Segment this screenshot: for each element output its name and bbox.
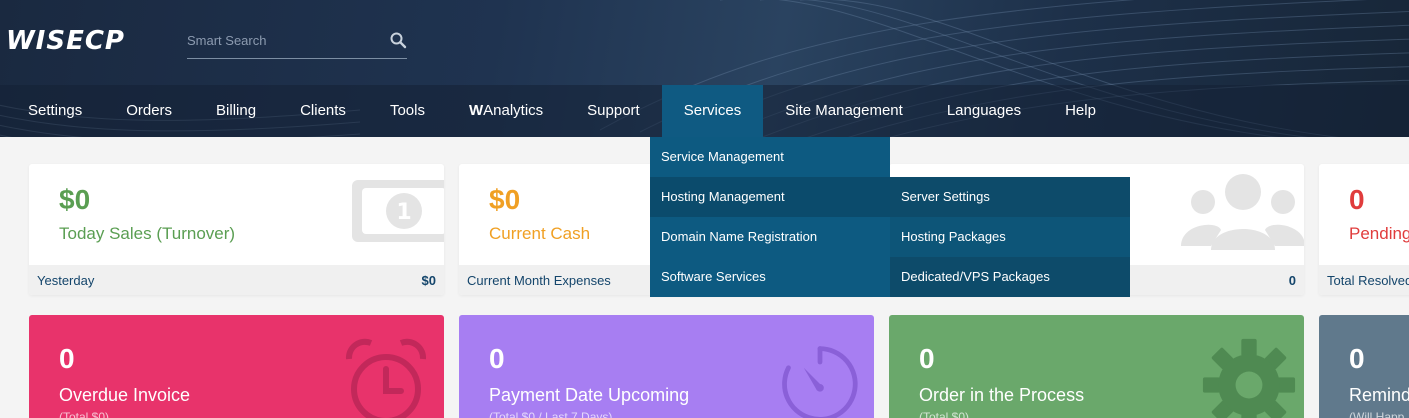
today-sales-label: Today Sales (Turnover) (59, 224, 236, 243)
timer-icon (782, 346, 858, 418)
nav-support[interactable]: Support (565, 85, 662, 137)
header: WISECP Settings Orders Billing Clients T… (0, 0, 1409, 137)
reminder-label: Reminde (1349, 385, 1409, 405)
total-resolved-label: Total Resolved (1327, 273, 1409, 288)
payment-upcoming-sub: (Total $0 / Last 7 Days) (489, 410, 613, 418)
reminder-sub: (Will Happ (1349, 410, 1405, 418)
overdue-invoice-label: Overdue Invoice (59, 385, 191, 405)
pending-card[interactable]: 0 Pending Total Resolved (1319, 164, 1409, 295)
clients-footer-value: 0 (1288, 273, 1296, 288)
wanalytics-label: Analytics (483, 102, 544, 119)
nav-wanalytics[interactable]: WAnalytics (447, 85, 565, 137)
current-cash-label: Current Cash (489, 224, 591, 243)
order-process-sub: (Total $0) (919, 410, 970, 418)
logo-text: WISECP (6, 26, 125, 56)
search-input[interactable] (187, 26, 377, 54)
wisecp-logo[interactable]: WISECP (6, 26, 125, 56)
submenu-hosting-packages[interactable]: Hosting Packages (890, 217, 1130, 257)
nav-help[interactable]: Help (1043, 85, 1118, 137)
pending-label: Pending (1349, 224, 1409, 243)
services-dropdown: Service Management Hosting Management Do… (650, 137, 890, 297)
svg-text:1: 1 (396, 200, 411, 225)
today-sales-card[interactable]: $0 Today Sales (Turnover) 1 Yesterday $0 (29, 164, 444, 295)
overdue-invoice-card[interactable]: 0 Overdue Invoice (Total $0) (29, 315, 444, 418)
payment-upcoming-label: Payment Date Upcoming (489, 385, 690, 405)
reminder-value: 0 (1349, 343, 1365, 374)
hosting-submenu: Server Settings Hosting Packages Dedicat… (890, 177, 1130, 297)
nav-orders[interactable]: Orders (104, 85, 194, 137)
payment-upcoming-card[interactable]: 0 Payment Date Upcoming (Total $0 / Last… (459, 315, 874, 418)
order-process-card[interactable]: 0 Order in the Process (Total $0) (889, 315, 1304, 418)
reminder-card[interactable]: 0 Reminde (Will Happ (1319, 315, 1409, 418)
payment-upcoming-value: 0 (489, 343, 505, 374)
overdue-invoice-sub: (Total $0) (59, 410, 110, 418)
menu-service-management[interactable]: Service Management (650, 137, 890, 177)
smart-search (187, 26, 407, 59)
main-nav: Settings Orders Billing Clients Tools WA… (0, 85, 1409, 137)
nav-services[interactable]: Services (661, 85, 764, 137)
alarm-clock-icon (345, 338, 427, 418)
search-icon[interactable] (389, 31, 407, 49)
menu-software-services[interactable]: Software Services (650, 257, 890, 297)
submenu-dedicated-vps-packages[interactable]: Dedicated/VPS Packages (890, 257, 1130, 297)
pending-value: 0 (1349, 184, 1365, 215)
order-process-value: 0 (919, 343, 935, 374)
yesterday-value: $0 (421, 273, 436, 288)
order-process-label: Order in the Process (919, 385, 1085, 405)
pending-footer: Total Resolved (1319, 265, 1409, 295)
yesterday-label: Yesterday (37, 273, 95, 288)
nav-site-management[interactable]: Site Management (763, 85, 925, 137)
menu-hosting-management[interactable]: Hosting Management (650, 177, 890, 217)
nav-languages[interactable]: Languages (925, 85, 1043, 137)
current-cash-value: $0 (489, 184, 521, 215)
today-sales-footer: Yesterday $0 (29, 265, 444, 295)
menu-domain-name-registration[interactable]: Domain Name Registration (650, 217, 890, 257)
overdue-invoice-value: 0 (59, 343, 75, 374)
current-month-expenses-label: Current Month Expenses (467, 273, 611, 288)
money-bill-icon: 1 (352, 180, 444, 242)
users-icon (1181, 174, 1304, 250)
today-sales-value: $0 (59, 184, 91, 215)
nav-clients[interactable]: Clients (278, 85, 368, 137)
gear-icon (1202, 338, 1296, 418)
nav-tools[interactable]: Tools (368, 85, 447, 137)
nav-billing[interactable]: Billing (194, 85, 278, 137)
nav-settings[interactable]: Settings (0, 85, 104, 137)
wanalytics-w: W (468, 102, 484, 119)
submenu-server-settings[interactable]: Server Settings (890, 177, 1130, 217)
